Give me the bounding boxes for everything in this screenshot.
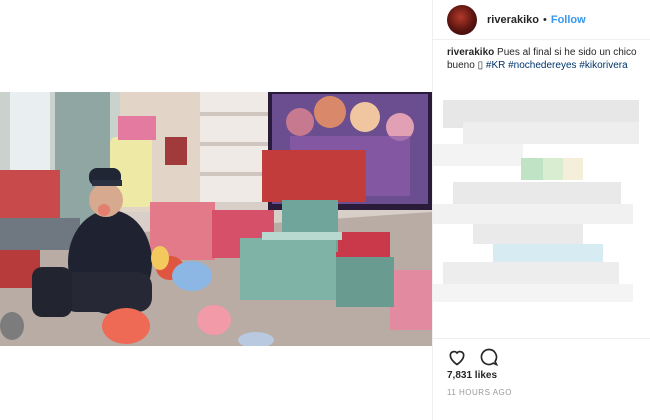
post-header: riverakiko • Follow bbox=[433, 0, 650, 40]
post-photo[interactable] bbox=[0, 92, 432, 346]
post-sidebar: riverakiko • Follow riverakiko Pues al f… bbox=[432, 0, 650, 420]
comment-icon[interactable] bbox=[479, 347, 499, 367]
hashtag-nochedereyes[interactable]: #nochedereyes bbox=[508, 60, 576, 71]
likes-count[interactable]: 7,831 likes bbox=[447, 370, 497, 381]
hashtag-kr[interactable]: #KR bbox=[486, 60, 505, 71]
caption: riverakiko Pues al final si he sido un c… bbox=[447, 46, 643, 72]
header-separator: • bbox=[542, 13, 547, 26]
follow-button[interactable]: Follow bbox=[551, 14, 586, 26]
header-username[interactable]: riverakiko bbox=[487, 14, 539, 26]
caption-username[interactable]: riverakiko bbox=[447, 47, 494, 58]
pixelated-comments bbox=[433, 100, 650, 315]
post-timestamp: 11 HOURS AGO bbox=[447, 388, 512, 397]
photo-pane bbox=[0, 0, 432, 420]
avatar[interactable] bbox=[447, 4, 477, 35]
caption-emoji: ▯ bbox=[477, 60, 484, 71]
hashtag-kikorivera[interactable]: #kikorivera bbox=[579, 60, 627, 71]
action-bar bbox=[433, 338, 650, 371]
photo-image bbox=[0, 92, 432, 346]
heart-icon[interactable] bbox=[447, 347, 467, 367]
